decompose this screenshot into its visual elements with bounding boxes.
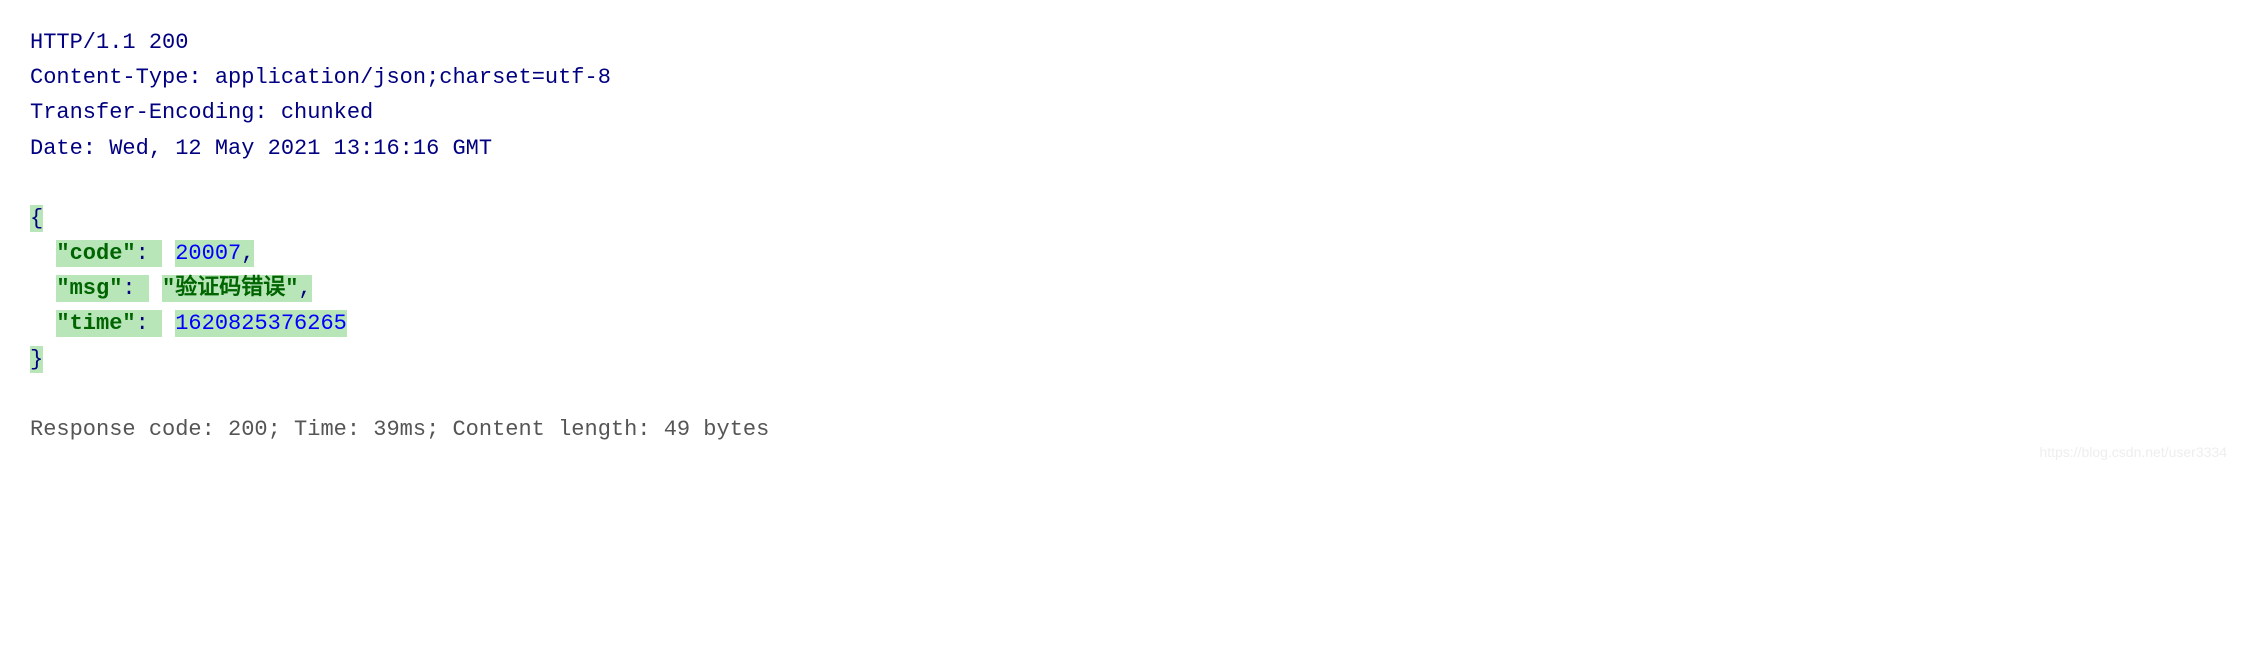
json-colon: : (136, 311, 162, 336)
json-open-brace: { (30, 206, 43, 231)
watermark: https://blog.csdn.net/user3334 (2039, 441, 2227, 463)
json-comma: , (298, 276, 311, 301)
json-body: { "code": 20007, "msg": "验证码错误", "time":… (30, 201, 2212, 377)
header-label: Date: (30, 136, 109, 161)
header-value: Wed, 12 May 2021 13:16:16 GMT (109, 136, 492, 161)
header-transfer-encoding: Transfer-Encoding: chunked (30, 95, 2212, 130)
json-value-msg: "验证码错误" (162, 276, 298, 301)
header-value: application/json;charset=utf-8 (215, 65, 611, 90)
header-content-type: Content-Type: application/json;charset=u… (30, 60, 2212, 95)
json-colon: : (136, 241, 162, 266)
response-summary: Response code: 200; Time: 39ms; Content … (30, 412, 2212, 447)
json-colon: : (122, 276, 148, 301)
header-label: Transfer-Encoding: (30, 100, 281, 125)
header-label: Content-Type: (30, 65, 215, 90)
blank-line (30, 166, 2212, 201)
json-value-time: 1620825376265 (175, 311, 347, 336)
header-value: chunked (281, 100, 373, 125)
json-key-time: "time" (56, 311, 135, 336)
json-value-code: 20007 (175, 241, 241, 266)
json-close-brace: } (30, 347, 43, 372)
json-key-code: "code" (56, 241, 135, 266)
json-comma: , (241, 241, 254, 266)
http-status-line: HTTP/1.1 200 (30, 25, 2212, 60)
json-key-msg: "msg" (56, 276, 122, 301)
header-date: Date: Wed, 12 May 2021 13:16:16 GMT (30, 131, 2212, 166)
